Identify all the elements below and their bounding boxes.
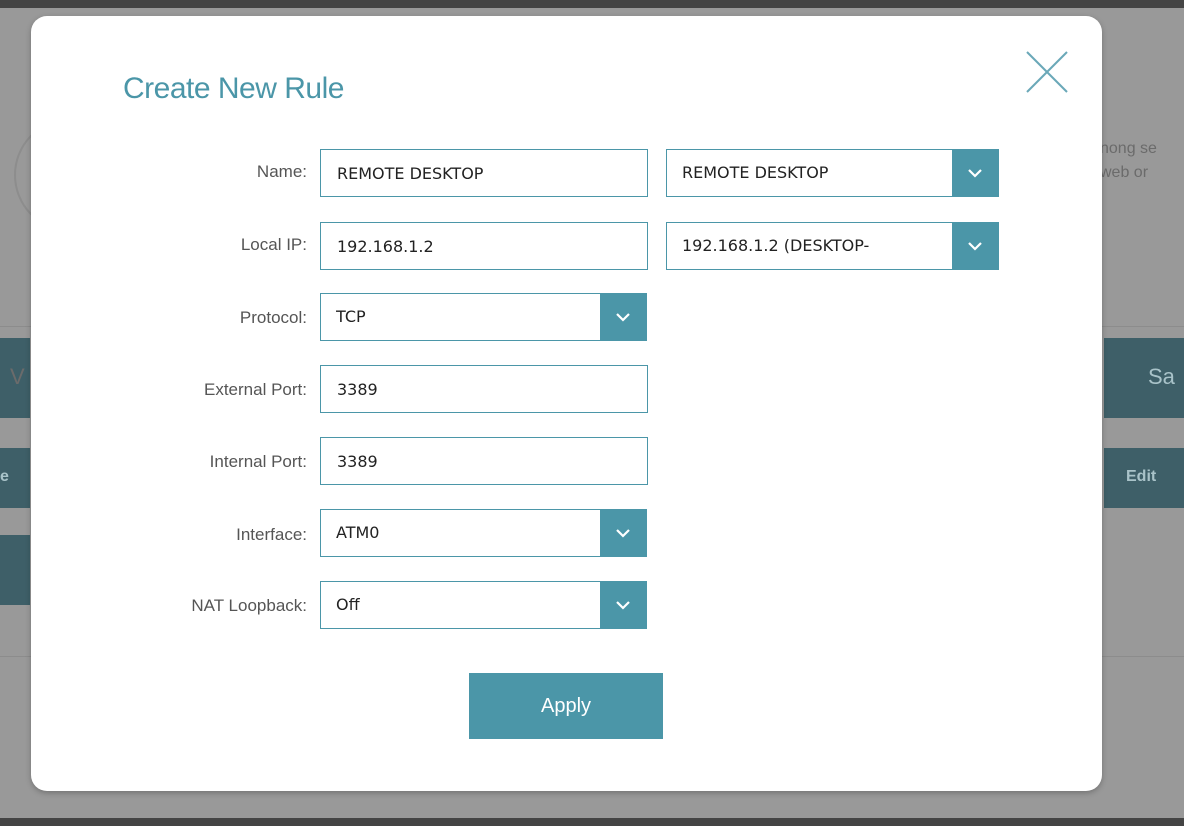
background-left-header: e [0, 448, 30, 508]
background-edit-label: Edit [1126, 468, 1157, 485]
local-ip-device-select[interactable]: 192.168.1.2 (DESKTOP- [666, 222, 999, 270]
local-ip-input[interactable] [320, 222, 648, 270]
chevron-down-icon[interactable] [600, 510, 646, 556]
interface-label: Interface: [236, 525, 307, 544]
dialog-title: Create New Rule [123, 72, 344, 105]
name-preset-select[interactable]: REMOTE DESKTOP [666, 149, 999, 197]
background-left-row [0, 535, 30, 605]
chevron-down-icon[interactable] [600, 294, 646, 340]
local-ip-device-value: 192.168.1.2 (DESKTOP- [682, 236, 870, 255]
interface-value: ATM0 [336, 523, 380, 542]
background-text-line2: web or [1100, 164, 1149, 181]
background-table-header: Edit [1104, 448, 1184, 508]
local-ip-label: Local IP: [240, 235, 307, 254]
background-top-bar [0, 0, 1184, 8]
background-left-band-text: V [10, 364, 25, 389]
background-left-header-text: e [0, 468, 9, 485]
create-rule-dialog: Create New Rule Name: REMOTE DESKTOP Loc… [31, 16, 1102, 791]
nat-loopback-select[interactable]: Off [320, 581, 647, 629]
nat-loopback-value: Off [336, 595, 360, 614]
close-icon[interactable] [1023, 48, 1071, 96]
name-input[interactable] [320, 149, 648, 197]
internal-port-label: Internal Port: [209, 452, 307, 471]
background-text-line1: nong se [1100, 140, 1157, 157]
protocol-select[interactable]: TCP [320, 293, 647, 341]
name-label: Name: [256, 162, 307, 181]
chevron-down-icon[interactable] [600, 582, 646, 628]
interface-select[interactable]: ATM0 [320, 509, 647, 557]
name-preset-value: REMOTE DESKTOP [682, 163, 829, 182]
protocol-value: TCP [336, 307, 366, 326]
background-save-band: Sa [1104, 338, 1184, 418]
external-port-input[interactable] [320, 365, 648, 413]
nat-loopback-label: NAT Loopback: [191, 596, 307, 615]
protocol-label: Protocol: [239, 308, 307, 327]
apply-button[interactable]: Apply [469, 673, 663, 739]
chevron-down-icon[interactable] [952, 150, 998, 196]
external-port-label: External Port: [204, 380, 307, 399]
background-left-band: V [0, 338, 30, 418]
internal-port-input[interactable] [320, 437, 648, 485]
chevron-down-icon[interactable] [952, 223, 998, 269]
background-bottom-bar [0, 818, 1184, 826]
background-save-text: Sa [1148, 364, 1175, 389]
